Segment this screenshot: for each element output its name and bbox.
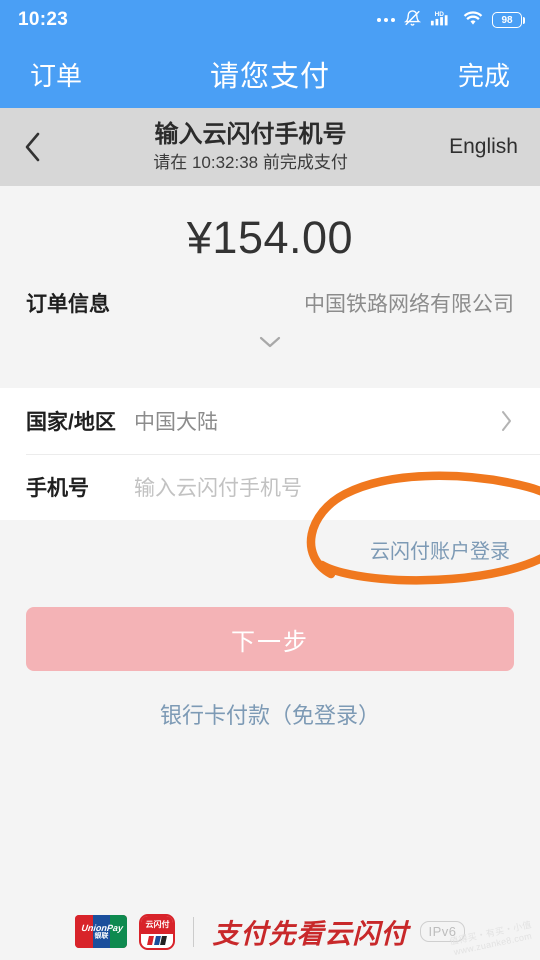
battery-level: 98	[501, 14, 513, 26]
bank-card-pay-link[interactable]: 银行卡付款（免登录）	[0, 698, 540, 730]
country-region-value: 中国大陆	[134, 411, 218, 434]
chevron-left-icon	[22, 130, 44, 164]
order-merchant-name: 中国铁路网络有限公司	[304, 293, 514, 316]
unionpay-logo-subtext: 银联	[93, 932, 109, 940]
language-switch-button[interactable]: English	[449, 135, 518, 159]
payment-form: 国家/地区 中国大陆 手机号 输入云闪付手机号	[0, 388, 540, 520]
amount-section: ¥154.00 订单信息 中国铁路网络有限公司	[0, 186, 540, 388]
order-expand-button[interactable]	[0, 334, 540, 355]
bell-muted-icon	[403, 9, 422, 32]
sub-header-text: 输入云闪付手机号 请在 10:32:38 前完成支付	[58, 121, 443, 172]
cloud-quickpass-app-icon: 云闪付	[139, 913, 176, 950]
wifi-icon	[463, 10, 483, 31]
unionpay-logo-text: UnionPay 银联	[80, 922, 124, 940]
phone-number-input[interactable]: 输入云闪付手机号	[134, 472, 514, 502]
status-time: 10:23	[18, 9, 69, 30]
order-info-row[interactable]: 订单信息 中国铁路网络有限公司	[0, 288, 540, 318]
payment-amount: ¥154.00	[186, 212, 354, 263]
status-bar: 10:23 HD 98	[0, 0, 540, 40]
sub-header: 输入云闪付手机号 请在 10:32:38 前完成支付 English	[0, 108, 540, 186]
chevron-down-icon	[257, 334, 283, 355]
order-info-label: 订单信息	[26, 293, 110, 316]
nav-done-button[interactable]: 完成	[458, 56, 510, 93]
page-title: 请您支付	[209, 61, 330, 93]
footer-slogan: 支付先看云闪付	[212, 919, 409, 950]
hd-signal-icon: HD	[430, 9, 454, 32]
country-region-label: 国家/地区	[26, 411, 116, 434]
phone-screen: 10:23 HD 98 订单 请您支付 完成 输入云闪付手机号 请在 10:32…	[0, 0, 540, 960]
top-nav-bar: 订单 请您支付 完成	[0, 40, 540, 108]
battery-icon: 98	[492, 12, 525, 28]
nav-order-button[interactable]: 订单	[30, 56, 82, 93]
footer-divider	[193, 916, 195, 947]
account-login-row: 云闪付账户登录	[0, 520, 540, 578]
unionpay-account-login-link[interactable]: 云闪付账户登录	[370, 535, 510, 564]
sub-header-title: 输入云闪付手机号	[154, 121, 347, 149]
chevron-right-icon	[498, 408, 514, 434]
country-region-row[interactable]: 国家/地区 中国大陆	[0, 388, 540, 454]
phone-number-label: 手机号	[26, 477, 89, 500]
more-dots-icon	[377, 18, 395, 22]
app-icon-label: 云闪付	[141, 915, 174, 934]
unionpay-logo: UnionPay 银联	[75, 915, 128, 948]
next-step-button[interactable]: 下一步	[26, 607, 514, 671]
status-icon-group: HD 98	[377, 9, 525, 32]
phone-number-row[interactable]: 手机号 输入云闪付手机号	[0, 454, 540, 520]
payment-deadline: 请在 10:32:38 前完成支付	[153, 153, 348, 173]
